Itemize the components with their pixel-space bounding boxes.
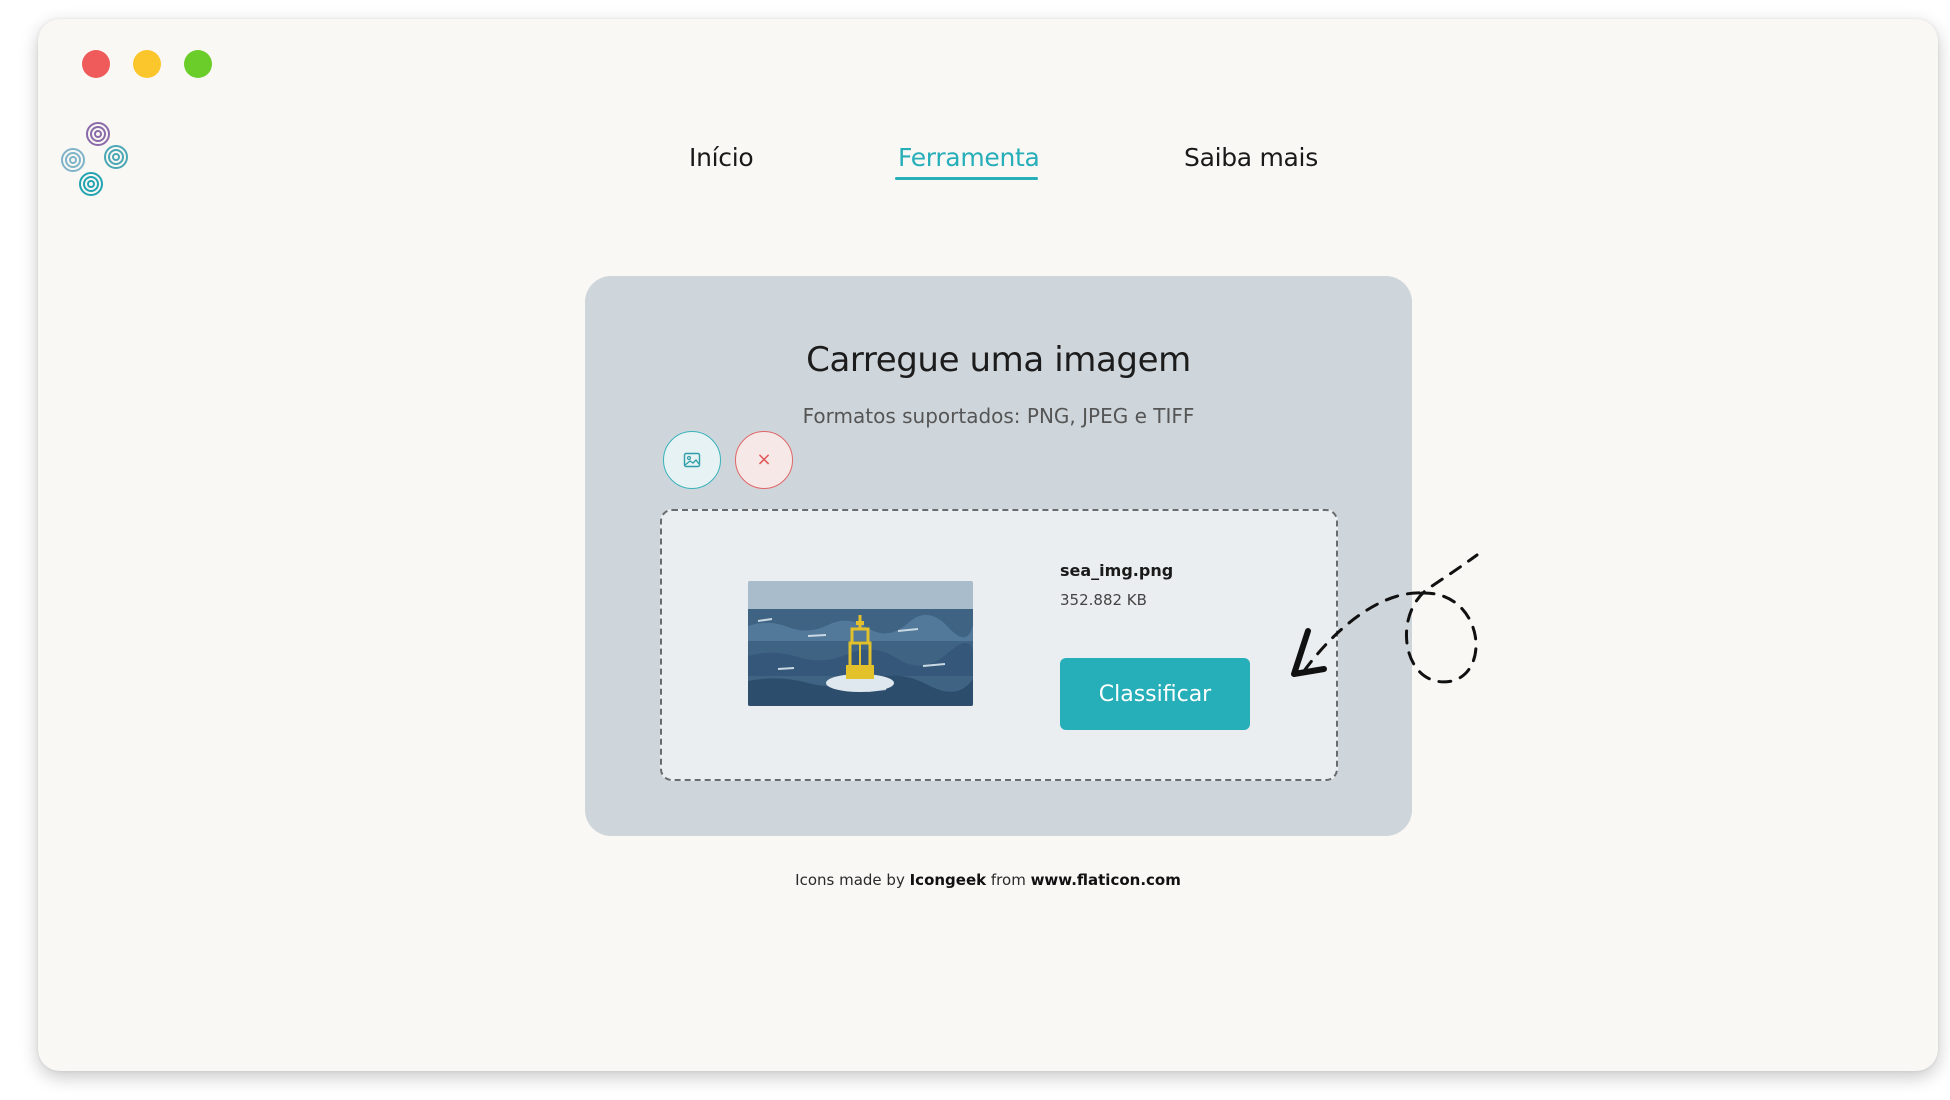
app-window: Início Ferramenta Saiba mais Carregue um… <box>38 19 1938 1071</box>
minimize-window-button[interactable] <box>133 50 161 78</box>
credits-site-link[interactable]: www.flaticon.com <box>1031 871 1181 889</box>
select-image-button[interactable] <box>663 431 721 489</box>
upload-title: Carregue uma imagem <box>806 340 1191 380</box>
icon-credits: Icons made by Icongeek from www.flaticon… <box>38 871 1938 889</box>
classify-button[interactable]: Classificar <box>1060 658 1250 730</box>
credits-middle: from <box>986 871 1031 889</box>
file-name: sea_img.png <box>1060 561 1174 580</box>
nav-item-ferramenta[interactable]: Ferramenta <box>898 143 1040 172</box>
image-icon <box>683 452 701 468</box>
dashed-arrow-icon <box>1291 553 1479 684</box>
image-dropzone[interactable]: sea_img.png 352.882 KB Classificar <box>660 509 1338 781</box>
close-icon: × <box>756 449 772 470</box>
image-preview <box>748 581 973 706</box>
active-nav-indicator <box>895 177 1038 180</box>
close-window-button[interactable] <box>82 50 110 78</box>
file-size: 352.882 KB <box>1060 591 1147 609</box>
upload-subtitle: Formatos suportados: PNG, JPEG e TIFF <box>802 404 1195 428</box>
maximize-window-button[interactable] <box>184 50 212 78</box>
main-nav: Início Ferramenta Saiba mais <box>38 143 1938 203</box>
credits-prefix: Icons made by <box>795 871 910 889</box>
credits-author-link[interactable]: Icongeek <box>910 871 987 889</box>
nav-item-saiba-mais[interactable]: Saiba mais <box>1184 143 1318 172</box>
nav-item-inicio[interactable]: Início <box>689 143 754 172</box>
remove-image-button[interactable]: × <box>735 431 793 489</box>
